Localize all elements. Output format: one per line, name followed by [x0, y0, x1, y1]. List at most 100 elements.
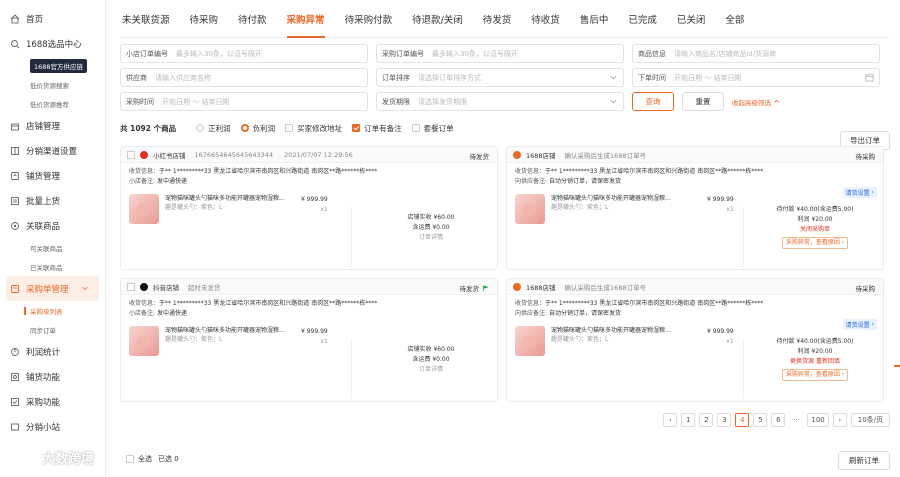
tool-icon: [10, 372, 20, 382]
status-tab[interactable]: 待收货: [521, 0, 570, 38]
product-info-input[interactable]: 商品信息 请输入商品名/店铺商品id/货源商: [632, 44, 880, 63]
status-tab[interactable]: 采购异常: [277, 0, 335, 38]
sidebar-item-label: 批量上货: [26, 196, 61, 207]
status-tab[interactable]: 已关闭: [667, 0, 716, 38]
payment-line[interactable]: 订单详情: [371, 233, 491, 243]
order-id: 确认采购后生成1688订单号: [564, 283, 647, 292]
status-tab[interactable]: 待付款: [228, 0, 277, 38]
product-price-box: ¥ 999.99 x1: [301, 327, 328, 347]
order-time-range[interactable]: 下单时间 开始日期 ～ 结束日期: [632, 68, 880, 87]
reset-button[interactable]: 重置: [682, 92, 724, 111]
filter-label: 采购订单编号: [382, 49, 424, 58]
payment-line[interactable]: 关闭采购单: [755, 225, 875, 235]
sidebar-item[interactable]: 店铺管理: [0, 113, 105, 138]
prev-page-button[interactable]: ‹: [663, 413, 678, 427]
next-page-button[interactable]: ›: [832, 413, 847, 427]
filter-checkbox[interactable]: 买家修改地址: [285, 123, 342, 134]
sidebar-item[interactable]: 采购功能: [0, 389, 105, 414]
status-tab[interactable]: 待退款/关闭: [402, 0, 473, 38]
sidebar-subitem[interactable]: 低价货源搜索: [0, 75, 105, 94]
page-number[interactable]: 100: [807, 413, 829, 427]
page-number[interactable]: 1: [681, 413, 696, 427]
product-name[interactable]: 宠物猫咪罐头勺猫咪多功能开罐器宠物湿粮...: [165, 194, 295, 203]
sidebar-subitem-label: 可关联商品: [30, 244, 63, 253]
page-number[interactable]: 3: [717, 413, 732, 427]
purchase-time-range[interactable]: 采购时间 开始日期 ～ 结束日期: [120, 92, 368, 111]
order-info: 收货信息：于** 1*********33 黑龙江省哈尔滨市南岗区和兴路街道 南…: [507, 295, 883, 323]
remark-text: 自动分销订单，请保密发货: [548, 178, 621, 185]
shop-name: 1688店铺: [526, 151, 556, 160]
receiver-row: 收货信息：于** 1*********33 黑龙江省哈尔滨市南岗区和兴路街道 南…: [129, 168, 378, 175]
filter-checkbox[interactable]: 套餐订单: [411, 123, 454, 134]
sidebar-subitem[interactable]: 采购单列表: [0, 301, 105, 320]
payment-line: 待付款 ¥40.00(含运费5.00): [776, 206, 854, 213]
product-name[interactable]: 宠物猫咪罐头勺猫咪多功能开罐器宠物湿粮...: [551, 194, 681, 203]
product-text: 宠物猫咪罐头勺猫咪多功能开罐器宠物湿粮... 趣是罐头勺：紫色；L: [165, 326, 295, 356]
collapse-filter-link[interactable]: 收起高级筛选: [732, 92, 780, 111]
page-number[interactable]: 2: [699, 413, 714, 427]
page-number[interactable]: ···: [789, 413, 803, 427]
product-qty: x1: [320, 338, 328, 345]
sidebar-item[interactable]: 1688选品中心: [0, 31, 105, 56]
sidebar-item[interactable]: 分销小站: [0, 414, 105, 439]
select-all-label: 全选: [138, 455, 152, 463]
order-checkbox[interactable]: [127, 150, 135, 159]
product-sku: 趣是罐头勺：紫色；L: [551, 336, 609, 343]
refresh-orders-button[interactable]: 刷新订单: [838, 451, 890, 470]
purchase-error-tag[interactable]: 采购异常，查看原因 ›: [781, 369, 849, 381]
status-tab[interactable]: 待发货: [473, 0, 522, 38]
filter-checkbox[interactable]: 订单有备注: [352, 123, 402, 134]
order-checkbox[interactable]: [127, 282, 135, 291]
sidebar-subitem[interactable]: 可关联商品: [0, 238, 105, 257]
store-order-id-input[interactable]: 小店订单编号 最多输入30条，以逗号隔开: [120, 44, 368, 63]
sidebar-item[interactable]: 利润统计: [0, 339, 105, 364]
sidebar-item[interactable]: 采购单管理: [6, 276, 99, 301]
remark-row: 向供应备注: 自动分销订单，请保密发货: [515, 309, 875, 319]
status-tab[interactable]: 待采购: [180, 0, 229, 38]
status-tab[interactable]: 未关联货源: [120, 0, 180, 38]
status-tab[interactable]: 售后中: [570, 0, 619, 38]
sidebar-item[interactable]: 关联商品: [0, 213, 105, 238]
sidebar-item[interactable]: 批量上货: [0, 188, 105, 213]
status-tab[interactable]: 全部: [715, 0, 754, 38]
order-cards-grid: 小红书店铺 1676654645645643344 2021/07/07 12:29…: [120, 146, 890, 402]
sidebar-subitem[interactable]: 同步订单: [0, 320, 105, 339]
payment-line[interactable]: 订单详情: [371, 365, 491, 375]
filter-placeholder: 请输入商品名/店铺商品id/货源商: [674, 49, 777, 58]
sidebar-item-label: 利润统计: [26, 347, 61, 358]
order-card-header: 1688店铺 确认采购后生成1688订单号 待采购: [507, 147, 883, 163]
sidebar-subitem[interactable]: 1688官方供应链: [0, 56, 105, 75]
purchase-error-tag[interactable]: 采购异常，查看原因 ›: [781, 237, 849, 249]
payment-line[interactable]: 更换货源 重新回填: [755, 357, 875, 367]
payment-line: 利润 ¥20.00: [797, 216, 833, 223]
sidebar-item[interactable]: 铺货管理: [0, 163, 105, 188]
select-all-checkbox[interactable]: 全选: [126, 454, 152, 464]
page-number[interactable]: 5: [753, 413, 768, 427]
product-name[interactable]: 宠物猫咪罐头勺猫咪多功能开罐器宠物湿粮...: [165, 326, 295, 335]
status-tab[interactable]: 待采购付款: [335, 0, 403, 38]
scroll-indicator[interactable]: [894, 365, 900, 367]
sidebar-subitem[interactable]: 已关联商品: [0, 257, 105, 276]
product-price: ¥ 999.99: [301, 196, 328, 203]
page-number[interactable]: 4: [735, 413, 750, 427]
product-name[interactable]: 宠物猫咪罐头勺猫咪多功能开罐器宠物湿粮...: [551, 326, 681, 335]
status-tab[interactable]: 已完成: [618, 0, 667, 38]
sidebar-item[interactable]: 分销渠道设置: [0, 138, 105, 163]
sidebar-item[interactable]: 铺货功能: [0, 364, 105, 389]
page-number[interactable]: 6: [771, 413, 786, 427]
order-sort-select[interactable]: 订单排序 请选择订单排序方式: [376, 68, 624, 87]
purchase-order-id-input[interactable]: 采购订单编号 最多输入30条，以逗号隔开: [376, 44, 624, 63]
sidebar-item-label: 分销小站: [26, 422, 61, 433]
sidebar-item[interactable]: 首页: [0, 6, 105, 31]
ship-deadline-select[interactable]: 发货期限 请选择发货期限: [376, 92, 624, 111]
query-button[interactable]: 查询: [632, 92, 674, 111]
supplier-input[interactable]: 供应商 请输入供应商名称: [120, 68, 368, 87]
order-card-header: 小红书店铺 1676654645645643344 2021/07/07 12:29…: [121, 147, 497, 163]
shop-name: 小红书店铺: [153, 151, 186, 160]
product-image: [129, 326, 159, 356]
sidebar-subitem[interactable]: 低价货源推荐: [0, 94, 105, 113]
page-size-select[interactable]: 10条/页: [850, 413, 890, 427]
status-tabs: 未关联货源 待采购 待付款 采购异常 待采购付款 待退款/关闭 待发货 待收货 售后中 已完成 已关…: [120, 0, 890, 38]
profit-radio[interactable]: 负利润: [240, 123, 275, 134]
profit-radio[interactable]: 正利润: [196, 123, 231, 134]
